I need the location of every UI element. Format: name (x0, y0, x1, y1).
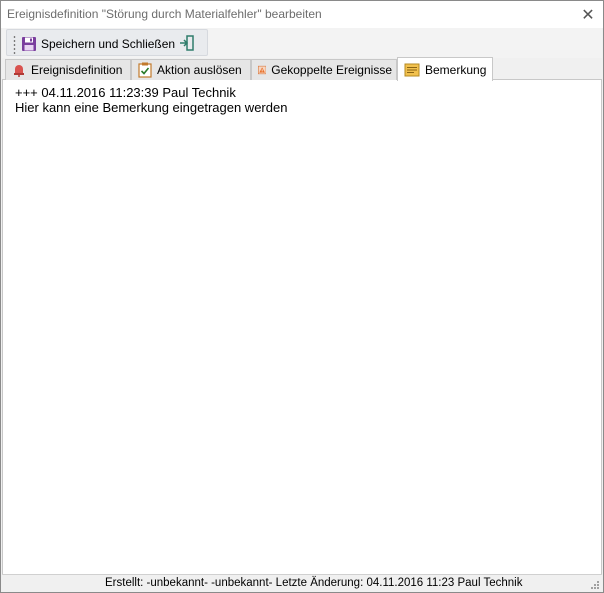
tab-ereignisdefinition[interactable]: Ereignisdefinition (5, 59, 131, 80)
tab-aktion-ausloesen[interactable]: Aktion auslösen (131, 59, 251, 80)
tab-gekoppelte-ereignisse[interactable]: Gekoppelte Ereignisse (251, 59, 397, 80)
tab-bemerkung[interactable]: Bemerkung (397, 57, 493, 81)
remark-text[interactable]: +++ 04.11.2016 11:23:39 Paul Technik Hie… (15, 85, 287, 115)
tab-label: Gekoppelte Ereignisse (271, 63, 392, 77)
remark-header-line: +++ 04.11.2016 11:23:39 Paul Technik (15, 85, 236, 100)
status-text: Erstellt: -unbekannt- -unbekannt- Letzte… (105, 577, 523, 589)
floppy-disk-icon (22, 37, 36, 51)
note-icon (404, 63, 420, 76)
toolbar: Speichern und Schließen (2, 28, 602, 58)
toolbar-grip-icon[interactable] (13, 35, 16, 54)
title-bar[interactable]: Ereignisdefinition "Störung durch Materi… (1, 1, 603, 28)
tab-label: Bemerkung (425, 62, 487, 77)
remark-editor[interactable]: +++ 04.11.2016 11:23:39 Paul Technik Hie… (2, 80, 602, 574)
dialog-window: Ereignisdefinition "Störung durch Materi… (0, 0, 604, 593)
tab-strip: Ereignisdefinition Aktion auslösen Gekop… (2, 57, 602, 81)
event-bell-icon (14, 65, 24, 77)
checklist-icon (138, 62, 152, 78)
exit-door-icon[interactable] (179, 35, 195, 51)
tab-label: Ereignisdefinition (31, 63, 123, 77)
warning-icon (258, 65, 267, 75)
window-title: Ereignisdefinition "Störung durch Materi… (7, 7, 322, 21)
save-and-close-label: Speichern und Schließen (41, 37, 176, 51)
toolbar-strip: Speichern und Schließen (6, 29, 208, 56)
resize-grip-icon[interactable] (590, 580, 600, 590)
remark-body-line: Hier kann eine Bemerkung eingetragen wer… (15, 100, 288, 115)
status-bar: Erstellt: -unbekannt- -unbekannt- Letzte… (2, 574, 602, 592)
save-and-close-button[interactable]: Speichern und Schließen (21, 34, 175, 54)
close-icon: ✕ (581, 6, 595, 24)
close-button[interactable]: ✕ (573, 1, 603, 28)
tab-label: Aktion auslösen (157, 63, 242, 77)
